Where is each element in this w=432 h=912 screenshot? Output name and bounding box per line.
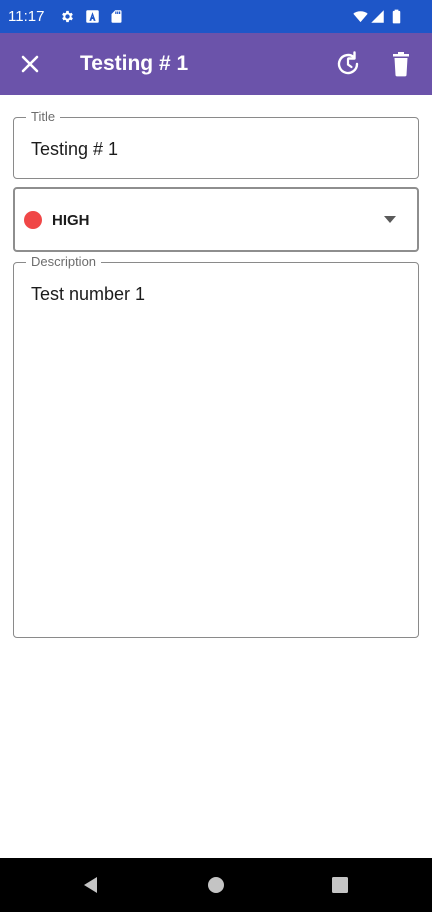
description-field[interactable]: Description Test number 1: [13, 254, 419, 638]
title-field-label: Title: [26, 109, 61, 125]
description-field-value[interactable]: Test number 1: [31, 284, 145, 305]
gear-icon: [62, 10, 73, 23]
home-icon[interactable]: [205, 874, 227, 896]
app-bar: Testing # 1: [0, 33, 432, 95]
close-icon[interactable]: [14, 48, 46, 80]
recents-icon[interactable]: [329, 874, 351, 896]
history-icon[interactable]: [332, 48, 364, 80]
priority-color-dot: [24, 211, 42, 229]
dropdown-arrow-icon[interactable]: [383, 215, 397, 225]
title-field[interactable]: Title Testing # 1: [13, 109, 419, 179]
signal-icon: [371, 10, 384, 23]
sd-card-icon: [111, 10, 122, 23]
a-icon: [86, 10, 99, 23]
status-bar: 11:17: [0, 0, 432, 33]
navigation-bar: [0, 858, 432, 912]
delete-icon[interactable]: [385, 48, 417, 80]
wifi-icon: [353, 11, 368, 23]
battery-icon: [392, 9, 401, 24]
description-field-label: Description: [26, 254, 102, 270]
title-field-value[interactable]: Testing # 1: [31, 139, 118, 160]
status-time: 11:17: [8, 8, 45, 25]
priority-value: HIGH: [52, 212, 90, 229]
page-title: Testing # 1: [80, 52, 189, 75]
back-icon[interactable]: [80, 874, 102, 896]
priority-select[interactable]: HIGH: [13, 187, 419, 252]
